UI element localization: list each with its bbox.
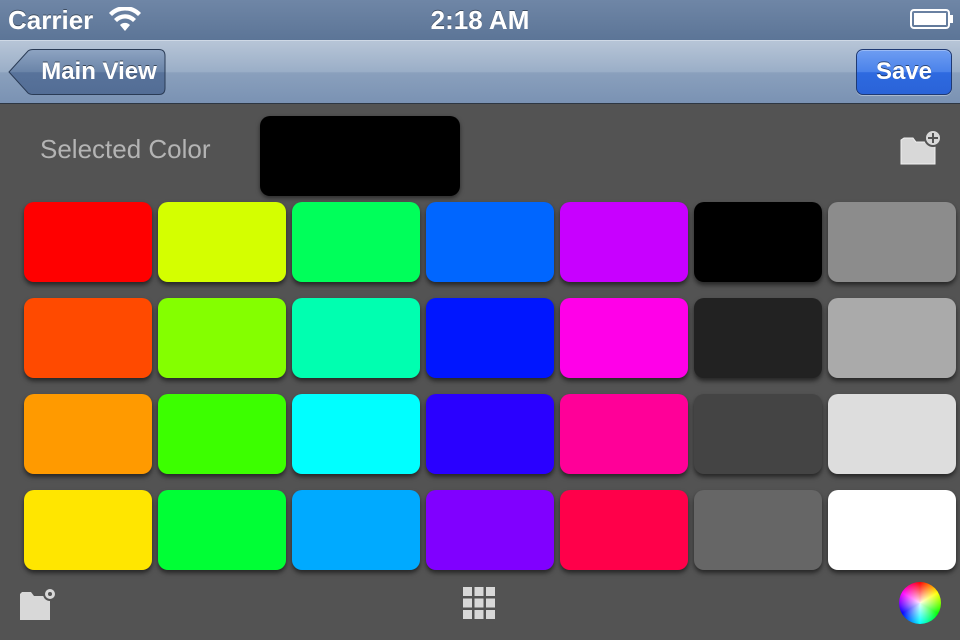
battery-icon — [910, 9, 953, 29]
color-wheel-icon[interactable] — [899, 582, 941, 624]
selected-color-label: Selected Color — [40, 134, 211, 164]
folder-settings-icon[interactable] — [18, 586, 60, 622]
color-swatch[interactable] — [24, 298, 152, 378]
color-swatch[interactable] — [426, 202, 554, 282]
color-swatch-grid — [24, 202, 956, 570]
status-time: 2:18 AM — [430, 5, 530, 35]
color-swatch[interactable] — [292, 490, 420, 570]
back-button-label: Main View — [41, 58, 157, 85]
color-swatch[interactable] — [828, 298, 956, 378]
grid-icon[interactable] — [462, 586, 496, 620]
navigation-bar: Main View Save — [0, 40, 960, 104]
color-swatch[interactable] — [694, 490, 822, 570]
back-button-main-view[interactable]: Main View — [8, 49, 166, 95]
color-swatch[interactable] — [560, 490, 688, 570]
color-swatch[interactable] — [24, 394, 152, 474]
color-swatch[interactable] — [560, 394, 688, 474]
color-swatch[interactable] — [694, 202, 822, 282]
color-swatch[interactable] — [426, 298, 554, 378]
color-swatch[interactable] — [560, 298, 688, 378]
color-swatch[interactable] — [158, 298, 286, 378]
color-swatch[interactable] — [24, 490, 152, 570]
selected-color-swatch — [260, 116, 460, 196]
color-swatch[interactable] — [24, 202, 152, 282]
color-swatch[interactable] — [694, 298, 822, 378]
color-swatch[interactable] — [426, 490, 554, 570]
color-swatch[interactable] — [560, 202, 688, 282]
color-swatch[interactable] — [426, 394, 554, 474]
color-swatch[interactable] — [158, 202, 286, 282]
color-swatch[interactable] — [828, 202, 956, 282]
color-swatch[interactable] — [158, 394, 286, 474]
save-button[interactable]: Save — [856, 49, 952, 95]
color-swatch[interactable] — [292, 298, 420, 378]
color-swatch[interactable] — [292, 394, 420, 474]
status-bar: Carrier 2:18 AM — [0, 0, 960, 40]
color-swatch[interactable] — [828, 490, 956, 570]
color-swatch[interactable] — [292, 202, 420, 282]
folder-add-icon[interactable] — [898, 128, 942, 168]
color-swatch[interactable] — [828, 394, 956, 474]
color-swatch[interactable] — [158, 490, 286, 570]
color-swatch[interactable] — [694, 394, 822, 474]
